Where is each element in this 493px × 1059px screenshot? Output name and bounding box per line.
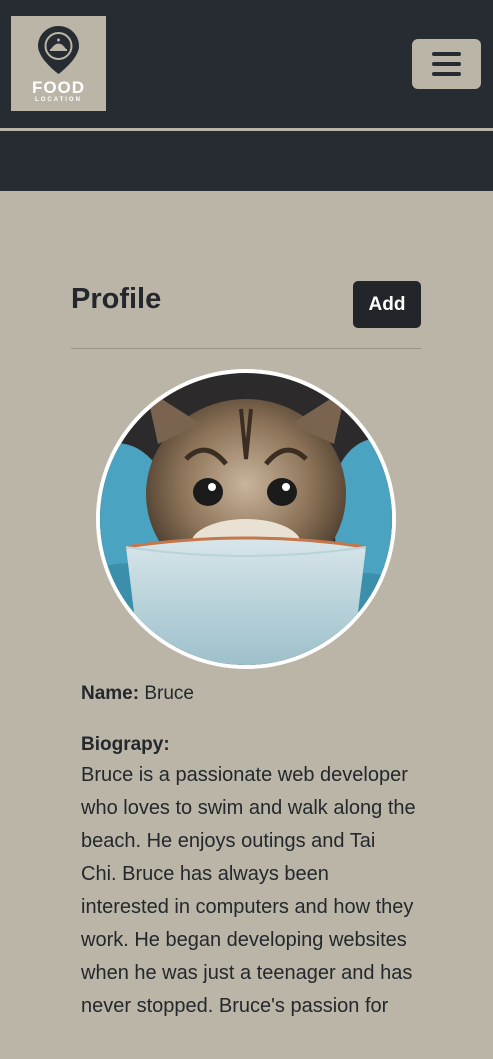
logo-wordmark: FOOD <box>31 78 86 97</box>
brand-logo-link[interactable]: FOOD LOCATION <box>11 16 106 111</box>
title-divider <box>71 348 421 349</box>
name-value: Bruce <box>144 683 194 704</box>
logo-subtitle: LOCATION <box>35 97 82 103</box>
profile-name-line: Name: Bruce <box>81 683 194 705</box>
menu-toggle-button[interactable] <box>412 39 481 89</box>
sub-header-bar <box>0 131 493 191</box>
page-title: Profile <box>71 283 162 315</box>
biography-label: Biograpy: <box>81 734 170 755</box>
profile-avatar-image <box>96 369 396 669</box>
biography-text: Bruce is a passionate web developer who … <box>81 764 416 1017</box>
add-button[interactable]: Add <box>353 281 421 328</box>
name-label: Name: <box>81 683 140 704</box>
